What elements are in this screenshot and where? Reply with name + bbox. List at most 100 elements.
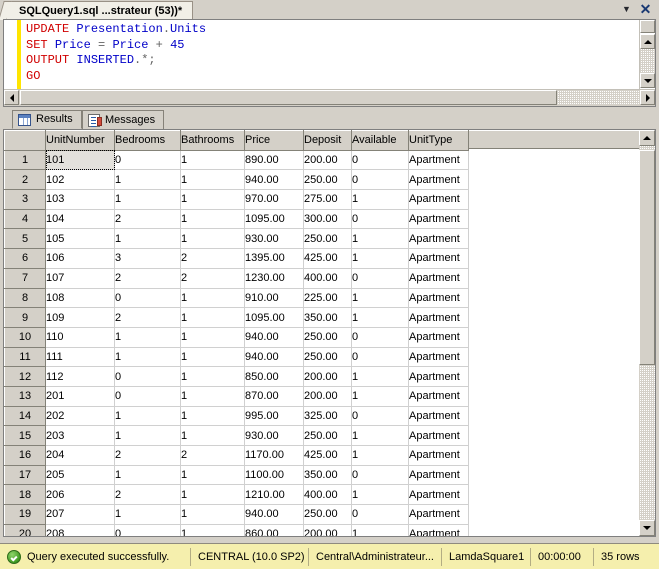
column-header-deposit[interactable]: Deposit	[303, 130, 352, 151]
table-cell[interactable]: 350.00	[303, 465, 352, 486]
table-cell[interactable]: Apartment	[408, 288, 469, 309]
table-cell[interactable]: 1	[180, 504, 245, 525]
table-cell[interactable]: 995.00	[244, 406, 304, 427]
table-row[interactable]: 14 202 1 1 995.00 325.00 0 Apartment	[4, 405, 469, 427]
table-cell[interactable]: 110	[45, 327, 115, 348]
table-cell[interactable]: 3	[114, 248, 181, 269]
row-header[interactable]: 10	[4, 326, 46, 348]
table-cell[interactable]: 250.00	[303, 347, 352, 368]
table-cell[interactable]: 1	[180, 524, 245, 536]
row-header[interactable]: 19	[4, 504, 46, 525]
table-cell[interactable]: 1	[180, 465, 245, 486]
result-table[interactable]: UnitNumber Bedrooms Bathrooms Price Deposit A…	[4, 130, 469, 536]
table-cell[interactable]: 0	[114, 150, 181, 171]
table-cell[interactable]: 930.00	[244, 228, 304, 250]
table-cell[interactable]: 1100.00	[244, 465, 304, 486]
table-cell[interactable]: 1	[180, 228, 245, 250]
table-row[interactable]: 2 102 1 1 940.00 250.00 0 Apartment	[4, 169, 469, 191]
row-header[interactable]: 8	[4, 287, 46, 309]
table-cell[interactable]: Apartment	[408, 425, 469, 446]
editor-scroll-up-button[interactable]	[640, 34, 655, 49]
editor-horizontal-scroll-thumb[interactable]	[20, 90, 557, 105]
table-cell[interactable]: 350.00	[303, 307, 352, 328]
table-row[interactable]: 11 111 1 1 940.00 250.00 0 Apartment	[4, 346, 469, 368]
table-row[interactable]: 9 109 2 1 1095.00 350.00 1 Apartment	[4, 307, 469, 328]
row-header[interactable]: 11	[4, 346, 46, 368]
close-icon[interactable]: ✕	[638, 2, 653, 17]
table-row[interactable]: 20 208 0 1 860.00 200.00 1 Apartment	[4, 523, 469, 536]
table-cell[interactable]: 1	[351, 524, 409, 536]
editor-vertical-scrollbar[interactable]	[639, 20, 655, 90]
editor-vertical-scroll-track[interactable]	[640, 49, 655, 73]
table-cell[interactable]: 1	[114, 504, 181, 525]
table-cell[interactable]: 225.00	[303, 288, 352, 309]
table-cell[interactable]: 250.00	[303, 327, 352, 348]
editor-scroll-right-button[interactable]	[640, 90, 655, 105]
table-cell[interactable]: 0	[351, 347, 409, 368]
table-cell[interactable]: 1	[180, 484, 245, 506]
grid-vertical-scroll-thumb[interactable]	[639, 150, 655, 365]
row-header[interactable]: 20	[4, 523, 46, 536]
table-row[interactable]: 3 103 1 1 970.00 275.00 1 Apartment	[4, 189, 469, 210]
grid-scroll-down-button[interactable]	[639, 520, 655, 536]
table-row[interactable]: 5 105 1 1 930.00 250.00 1 Apartment	[4, 228, 469, 250]
table-cell[interactable]: 107	[45, 268, 115, 289]
table-cell[interactable]: 206	[45, 484, 115, 506]
table-cell[interactable]: 1	[351, 228, 409, 250]
table-cell[interactable]: 325.00	[303, 406, 352, 427]
table-cell[interactable]: 930.00	[244, 425, 304, 446]
table-cell[interactable]: 208	[45, 524, 115, 536]
editor-scroll-left-button[interactable]	[4, 90, 19, 105]
table-cell[interactable]: 400.00	[303, 268, 352, 289]
table-cell[interactable]: 1	[180, 288, 245, 309]
table-cell[interactable]: 207	[45, 504, 115, 525]
table-cell[interactable]: 1	[114, 406, 181, 427]
table-cell[interactable]: 850.00	[244, 366, 304, 387]
tab-results[interactable]: Results	[12, 110, 82, 129]
table-cell[interactable]: 0	[351, 150, 409, 171]
table-cell[interactable]: 250.00	[303, 228, 352, 250]
table-cell[interactable]: Apartment	[408, 406, 469, 427]
table-cell[interactable]: 425.00	[303, 445, 352, 466]
table-row[interactable]: 12 112 0 1 850.00 200.00 1 Apartment	[4, 366, 469, 387]
table-cell[interactable]: 2	[114, 307, 181, 328]
table-cell[interactable]: 1395.00	[244, 248, 304, 269]
table-cell[interactable]: 1	[114, 465, 181, 486]
table-cell[interactable]: 106	[45, 248, 115, 269]
table-cell[interactable]: 1	[351, 189, 409, 210]
table-cell[interactable]: 2	[180, 248, 245, 269]
table-row[interactable]: 18 206 2 1 1210.00 400.00 1 Apartment	[4, 484, 469, 506]
table-cell[interactable]: Apartment	[408, 465, 469, 486]
table-cell[interactable]: 200.00	[303, 386, 352, 407]
table-row[interactable]: 8 108 0 1 910.00 225.00 1 Apartment	[4, 287, 469, 309]
table-cell[interactable]: 0	[114, 386, 181, 407]
table-cell[interactable]: Apartment	[408, 445, 469, 466]
table-cell[interactable]: 1095.00	[244, 307, 304, 328]
table-cell[interactable]: Apartment	[408, 150, 469, 171]
table-cell[interactable]: 275.00	[303, 189, 352, 210]
sql-editor-pane[interactable]: UPDATE Presentation.Units SET Price = Pri…	[3, 19, 656, 107]
table-cell[interactable]: 2	[180, 268, 245, 289]
table-cell[interactable]: 1	[114, 189, 181, 210]
table-cell[interactable]: Apartment	[408, 189, 469, 210]
table-cell[interactable]: 2	[180, 445, 245, 466]
row-header[interactable]: 6	[4, 248, 46, 269]
row-header[interactable]: 15	[4, 425, 46, 446]
table-cell[interactable]: 103	[45, 189, 115, 210]
table-cell[interactable]: 1170.00	[244, 445, 304, 466]
table-cell[interactable]: 201	[45, 386, 115, 407]
table-cell[interactable]: 0	[114, 288, 181, 309]
table-cell[interactable]: 250.00	[303, 169, 352, 191]
table-cell[interactable]: 1	[180, 386, 245, 407]
table-cell[interactable]: 102	[45, 169, 115, 191]
table-cell[interactable]: 0	[351, 465, 409, 486]
table-cell[interactable]: 111	[45, 347, 115, 368]
table-cell[interactable]: 2	[114, 445, 181, 466]
table-row[interactable]: 7 107 2 2 1230.00 400.00 0 Apartment	[4, 267, 469, 289]
table-cell[interactable]: 0	[114, 524, 181, 536]
table-cell[interactable]: 2	[114, 268, 181, 289]
table-cell[interactable]: Apartment	[408, 228, 469, 250]
table-cell[interactable]: 1	[351, 288, 409, 309]
table-cell[interactable]: 1	[351, 366, 409, 387]
table-cell[interactable]: 0	[351, 169, 409, 191]
